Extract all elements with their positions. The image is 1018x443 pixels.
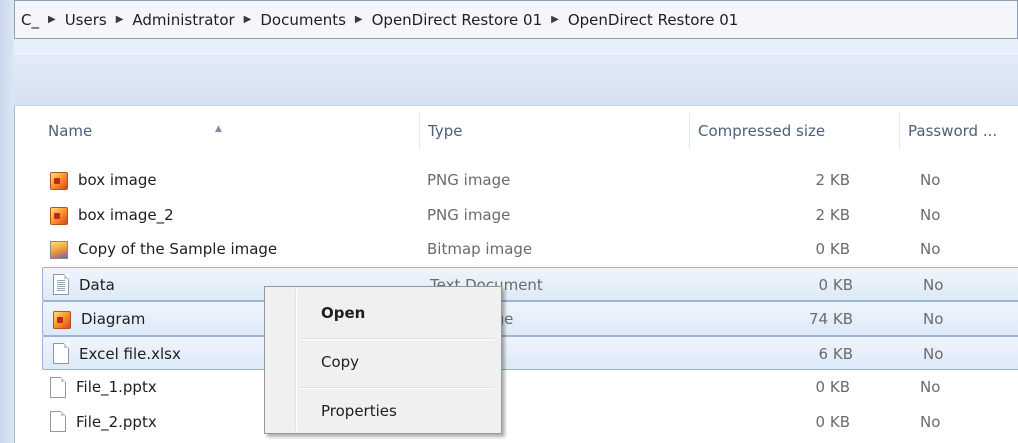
file-password: No <box>920 412 941 431</box>
file-list: box image PNG image 2 KB No box image_2 … <box>40 163 1018 439</box>
column-header-size-label: Compressed size <box>698 122 826 140</box>
column-header-type-label: Type <box>428 122 463 140</box>
file-size: 6 KB <box>818 344 853 363</box>
column-header-name-label: Name <box>48 122 93 140</box>
menu-item-open[interactable]: Open <box>265 293 501 333</box>
file-type: Bitmap image <box>427 240 533 258</box>
column-header-type[interactable]: Type <box>419 113 689 149</box>
file-size: 2 KB <box>815 205 850 224</box>
menu-item-properties[interactable]: Properties <box>265 391 501 431</box>
file-password: No <box>920 205 941 224</box>
file-row-selected[interactable]: Excel file.xlsx XLSX File 6 KB No <box>42 335 1018 370</box>
file-row[interactable]: Copy of the Sample image Bitmap image 0 … <box>40 232 1018 267</box>
file-size: 74 KB <box>809 310 853 328</box>
column-header-name[interactable]: Name ▲ <box>40 113 419 149</box>
menu-item-copy[interactable]: Copy <box>265 342 501 382</box>
file-password: No <box>923 344 944 363</box>
breadcrumb-drive[interactable]: C_ <box>21 11 39 29</box>
file-name: Copy of the Sample image <box>78 240 278 258</box>
file-name: File_2.pptx <box>76 412 157 431</box>
menu-separator <box>299 387 495 389</box>
file-row[interactable]: box image_2 PNG image 2 KB No <box>40 198 1018 233</box>
png-image-icon <box>53 311 71 329</box>
file-password: No <box>923 275 944 294</box>
breadcrumb-administrator[interactable]: Administrator <box>132 11 234 29</box>
file-row[interactable]: File_2.pptx PPTX File 0 KB No <box>40 405 1018 440</box>
png-image-icon <box>50 206 68 225</box>
document-icon <box>50 376 66 398</box>
bitmap-image-icon <box>50 241 68 259</box>
file-name: Diagram <box>81 310 146 328</box>
column-header-password-label: Password ... <box>908 122 998 140</box>
column-headers: Name ▲ Type Compressed size Password ... <box>22 113 1018 149</box>
breadcrumb-restore-current[interactable]: OpenDirect Restore 01 <box>568 11 739 29</box>
file-row[interactable]: File_1.pptx PPTX File 0 KB No <box>40 370 1018 405</box>
breadcrumb-arrow-icon[interactable]: ▶ <box>355 14 363 25</box>
breadcrumb-documents[interactable]: Documents <box>260 11 346 29</box>
png-image-icon <box>50 172 68 190</box>
file-row-selected[interactable]: Diagram PNG image 74 KB No <box>42 301 1018 336</box>
file-password: No <box>923 310 944 328</box>
file-name: box image_2 <box>78 205 174 224</box>
breadcrumb-restore-parent[interactable]: OpenDirect Restore 01 <box>372 11 543 29</box>
file-size: 0 KB <box>815 412 850 431</box>
column-header-compressed-size[interactable]: Compressed size <box>689 113 899 149</box>
file-password: No <box>920 378 941 396</box>
document-icon <box>53 343 69 364</box>
breadcrumb-arrow-icon[interactable]: ▶ <box>551 14 559 25</box>
file-name: box image <box>78 171 157 189</box>
sort-ascending-icon: ▲ <box>215 124 222 134</box>
breadcrumb-arrow-icon[interactable]: ▶ <box>116 14 124 25</box>
file-size: 0 KB <box>815 378 850 396</box>
file-type: PNG image <box>427 171 511 189</box>
file-name: File_1.pptx <box>76 378 157 396</box>
file-row[interactable]: box image PNG image 2 KB No <box>40 163 1018 198</box>
file-size: 2 KB <box>815 171 850 189</box>
file-row-selected[interactable]: Data Text Document 0 KB No <box>42 266 1018 301</box>
breadcrumb-arrow-icon[interactable]: ▶ <box>244 14 252 25</box>
file-name: Excel file.xlsx <box>79 344 181 363</box>
document-icon <box>50 411 66 432</box>
address-bar[interactable]: C_ ▶ Users ▶ Administrator ▶ Documents ▶… <box>14 0 1018 39</box>
file-name: Data <box>79 275 115 294</box>
breadcrumb-users[interactable]: Users <box>65 11 107 29</box>
text-document-icon <box>53 274 69 295</box>
breadcrumb-arrow-icon[interactable]: ▶ <box>48 14 56 25</box>
window-left-frame <box>0 0 15 443</box>
file-password: No <box>920 240 941 258</box>
context-menu: Open Copy Properties <box>264 286 502 434</box>
command-bar <box>14 39 1018 106</box>
file-password: No <box>920 171 941 189</box>
file-size: 0 KB <box>818 275 853 294</box>
column-header-password[interactable]: Password ... <box>899 113 1018 149</box>
menu-separator <box>299 338 495 340</box>
file-type: PNG image <box>427 205 511 224</box>
file-size: 0 KB <box>815 240 850 258</box>
